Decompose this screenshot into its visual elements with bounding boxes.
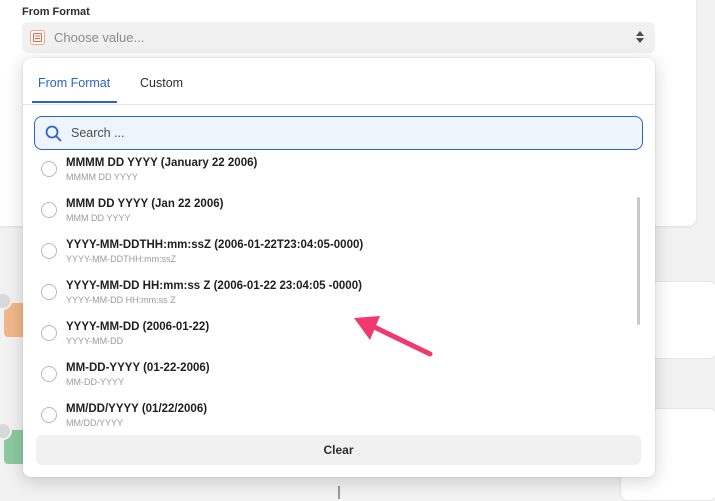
list-item[interactable]: YYYY-MM-DDTHH:mm:ssZ (2006-01-22T23:04:0… [23, 236, 633, 276]
search-input[interactable] [69, 125, 613, 141]
option-title: MMM DD YYYY (Jan 22 2006) [66, 198, 224, 210]
from-format-select[interactable]: Choose value... [22, 22, 655, 53]
list-item[interactable]: MM/DD/YYYY (01/22/2006) MM/DD/YYYY [23, 400, 633, 434]
connector-line [338, 486, 340, 499]
format-dropdown: From Format Custom MMMM DD YYYY (January… [23, 58, 655, 477]
option-title: YYYY-MM-DD (2006-01-22) [66, 321, 210, 333]
select-placeholder: Choose value... [54, 30, 145, 45]
pink-arrow-icon [354, 316, 433, 357]
up-down-caret-icon[interactable] [635, 29, 645, 50]
list-item[interactable]: MMM DD YYYY (Jan 22 2006) MMM DD YYYY [23, 195, 633, 235]
list-item[interactable]: MMMM DD YYYY (January 22 2006) MMMM DD Y… [23, 154, 633, 194]
radio-button[interactable] [41, 243, 57, 259]
radio-button[interactable] [41, 284, 57, 300]
option-subtitle: YYYY-MM-DD HH:mm:ss Z [66, 295, 176, 305]
radio-button[interactable] [41, 366, 57, 382]
option-title: MM-DD-YYYY (01-22-2006) [66, 362, 210, 374]
option-subtitle: MMMM DD YYYY [66, 172, 138, 182]
format-options-list: MMMM DD YYYY (January 22 2006) MMMM DD Y… [23, 154, 655, 434]
option-subtitle: YYYY-MM-DDTHH:mm:ssZ [66, 254, 177, 264]
radio-button[interactable] [41, 161, 57, 177]
list-item[interactable]: YYYY-MM-DD (2006-01-22) YYYY-MM-DD [23, 318, 633, 358]
formatter-icon [30, 30, 45, 45]
radio-button[interactable] [41, 202, 57, 218]
list-scrollbar[interactable] [637, 197, 640, 325]
active-tab-indicator [32, 101, 117, 103]
option-title: MM/DD/YYYY (01/22/2006) [66, 403, 208, 415]
option-subtitle: MMM DD YYYY [66, 213, 131, 223]
option-title: YYYY-MM-DDTHH:mm:ssZ (2006-01-22T23:04:0… [66, 239, 364, 251]
search-icon [45, 125, 62, 141]
option-title: YYYY-MM-DD HH:mm:ss Z (2006-01-22 23:04:… [66, 280, 362, 292]
search-field[interactable] [34, 116, 643, 150]
list-item[interactable]: MM-DD-YYYY (01-22-2006) MM-DD-YYYY [23, 359, 633, 399]
list-item[interactable]: YYYY-MM-DD HH:mm:ss Z (2006-01-22 23:04:… [23, 277, 633, 317]
radio-button[interactable] [41, 407, 57, 423]
radio-button[interactable] [41, 325, 57, 341]
tab-from-format[interactable]: From Format [38, 76, 110, 90]
option-subtitle: YYYY-MM-DD [66, 336, 124, 346]
dropdown-tabs: From Format Custom [23, 58, 655, 105]
option-subtitle: MM/DD/YYYY [66, 418, 124, 428]
field-label: From Format [22, 6, 90, 18]
tab-custom[interactable]: Custom [140, 76, 183, 90]
clear-button[interactable]: Clear [36, 435, 641, 465]
option-title: MMMM DD YYYY (January 22 2006) [66, 157, 258, 169]
option-subtitle: MM-DD-YYYY [66, 377, 124, 387]
